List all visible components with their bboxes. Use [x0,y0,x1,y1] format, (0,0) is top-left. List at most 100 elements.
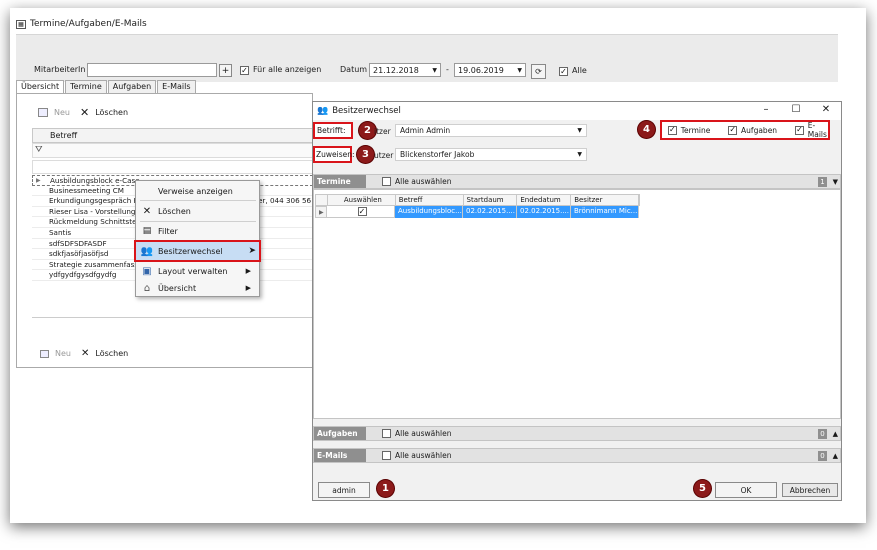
termine-section-label[interactable]: Termine [314,175,366,188]
owner-change-icon: 👥 [317,106,329,116]
tab-aufgaben[interactable]: Aufgaben [107,80,157,94]
assign-user-select[interactable]: Blickenstorfer Jakob ▼ [395,148,587,161]
menu-divider [140,200,256,201]
date-separator: - [446,65,449,74]
expand-arrow-icon[interactable]: ▲ [833,452,838,460]
column-header-betreff[interactable]: Betreff [50,131,77,140]
calendar-app-icon: ▦ [16,19,26,29]
close-icon[interactable]: ✕ [818,104,834,115]
header-endedatum[interactable]: Endedatum [517,195,572,205]
termine-select-all-checkbox[interactable] [382,177,391,186]
chevron-down-icon: ▼ [432,66,437,74]
filter-icon: ▤ [142,226,152,236]
new-button[interactable]: Neu [54,108,70,117]
tab-emails[interactable]: E-Mails [157,80,196,94]
affects-label-box: Betrifft: [313,122,353,139]
overview-icon: ⌂ [143,282,151,294]
menu-item-uebersicht[interactable]: ⌂ Übersicht ▶ [136,279,259,297]
employee-input[interactable] [87,63,217,77]
mouse-cursor-icon: ➤ [248,246,256,256]
new-icon [40,349,49,358]
emails-select-all-checkbox[interactable] [382,451,391,460]
menu-item-layout[interactable]: ▣ Layout verwalten ▶ [136,262,259,280]
emails-select-all-label: Alle auswählen [395,451,452,460]
menu-item-loeschen[interactable]: ✕ Löschen [136,202,259,220]
date-from-value: 21.12.2018 [373,65,419,75]
grid-filter-row[interactable]: ⛛ [32,143,313,158]
refresh-icon: ⟳ [535,67,542,76]
delete-icon: ✕ [79,106,90,119]
row-select-checkbox[interactable] [357,207,367,216]
show-all-checkbox[interactable] [240,66,249,75]
grid-header: Betreff [32,128,313,143]
ok-button[interactable]: OK [715,482,777,498]
bottom-new-button[interactable]: Neu [55,349,71,358]
tab-uebersicht[interactable]: Übersicht [16,80,65,94]
minimize-icon[interactable]: – [758,104,774,115]
header-auswaehlen[interactable]: Auswählen [328,195,396,205]
new-icon [38,108,48,117]
assign-label: Zuweisen: [316,150,355,159]
grid-new-row[interactable] [32,160,313,174]
aufgaben-section-label[interactable]: Aufgaben [314,427,366,440]
termine-select-all-label: Alle auswählen [395,177,452,186]
owner-change-icon: 👥 [140,245,154,257]
termine-filter-label: Termine [680,125,711,135]
affects-user-select[interactable]: Admin Admin ▼ [395,124,587,137]
date-from-picker[interactable]: 21.12.2018 ▼ [369,63,441,77]
termine-grid-row[interactable]: ▶ Ausbildungsbloc... 02.02.2015.... 02.0… [315,206,640,218]
window-titlebar: ▦ Termine/Aufgaben/E-Mails [16,14,147,34]
aufgaben-select-all-checkbox[interactable] [382,429,391,438]
affects-user-label: itzer [374,127,391,136]
dialog-titlebar: 👥 Besitzerwechsel – ☐ ✕ [313,102,841,120]
aufgaben-count: 0 [818,428,827,439]
chevron-down-icon: ▼ [577,127,582,134]
employee-label: MitarbeiterIn [34,65,86,74]
cell-betreff: Ausbildungsbloc... [395,206,463,218]
delete-button[interactable]: Löschen [95,108,128,117]
show-all-label: Für alle anzeigen [253,65,322,74]
cancel-button[interactable]: Abbrechen [782,483,838,497]
date-to-value: 19.06.2019 [458,65,504,75]
date-label: Datum [340,65,368,74]
delete-icon: ✕ [80,348,90,359]
menu-item-besitzerwechsel[interactable]: 👥 Besitzerwechsel ➤ [134,240,261,262]
cell-start: 02.02.2015.... [463,206,517,218]
header-startdaum[interactable]: Startdaum [464,195,518,205]
left-command-bar: Neu ✕ Löschen [38,106,128,119]
termine-section-bar: Termine Alle auswählen 1 ▼ [313,174,841,189]
aufgaben-filter-label: Aufgaben [741,125,778,135]
affects-label: Betrifft: [317,126,346,135]
filter-icon: ⛛ [35,145,43,155]
expand-arrow-icon[interactable]: ▲ [833,430,838,438]
context-menu: Verweise anzeigen ✕ Löschen ▤ Filter 👥 B… [134,180,261,297]
cell-end: 02.02.2015.... [517,206,571,218]
chevron-down-icon: ▼ [517,66,522,74]
row-pointer-icon: ▶ [36,177,41,184]
refresh-button[interactable]: ⟳ [531,64,546,79]
admin-button[interactable]: admin [318,482,370,498]
menu-item-verweise[interactable]: Verweise anzeigen [136,182,259,200]
emails-section-label[interactable]: E-Mails [314,449,366,462]
aufgaben-select-all-label: Alle auswählen [395,429,452,438]
menu-item-filter[interactable]: ▤ Filter [136,222,259,240]
callout-badge-5: 5 [694,480,711,497]
row-extra-text: er, 044 306 56 [258,196,312,206]
aufgaben-section-bar: Aufgaben Alle auswählen 0 ▲ [313,426,841,441]
bottom-delete-button[interactable]: Löschen [95,349,128,358]
submenu-arrow-icon: ▶ [245,284,251,292]
all-checkbox[interactable] [559,67,568,76]
emails-checkbox[interactable] [795,125,804,135]
tab-termine[interactable]: Termine [65,80,107,94]
callout-badge-3: 3 [357,146,374,163]
aufgaben-checkbox[interactable] [728,125,738,135]
all-label: Alle [572,66,587,75]
header-besitzer[interactable]: Besitzer [571,195,639,205]
collapse-arrow-icon[interactable]: ▼ [833,178,838,186]
maximize-icon[interactable]: ☐ [788,104,804,115]
grid-footer [32,317,313,335]
add-employee-button[interactable]: + [219,64,232,77]
termine-checkbox[interactable] [668,125,677,135]
header-betreff[interactable]: Betreff [396,195,464,205]
date-to-picker[interactable]: 19.06.2019 ▼ [454,63,526,77]
